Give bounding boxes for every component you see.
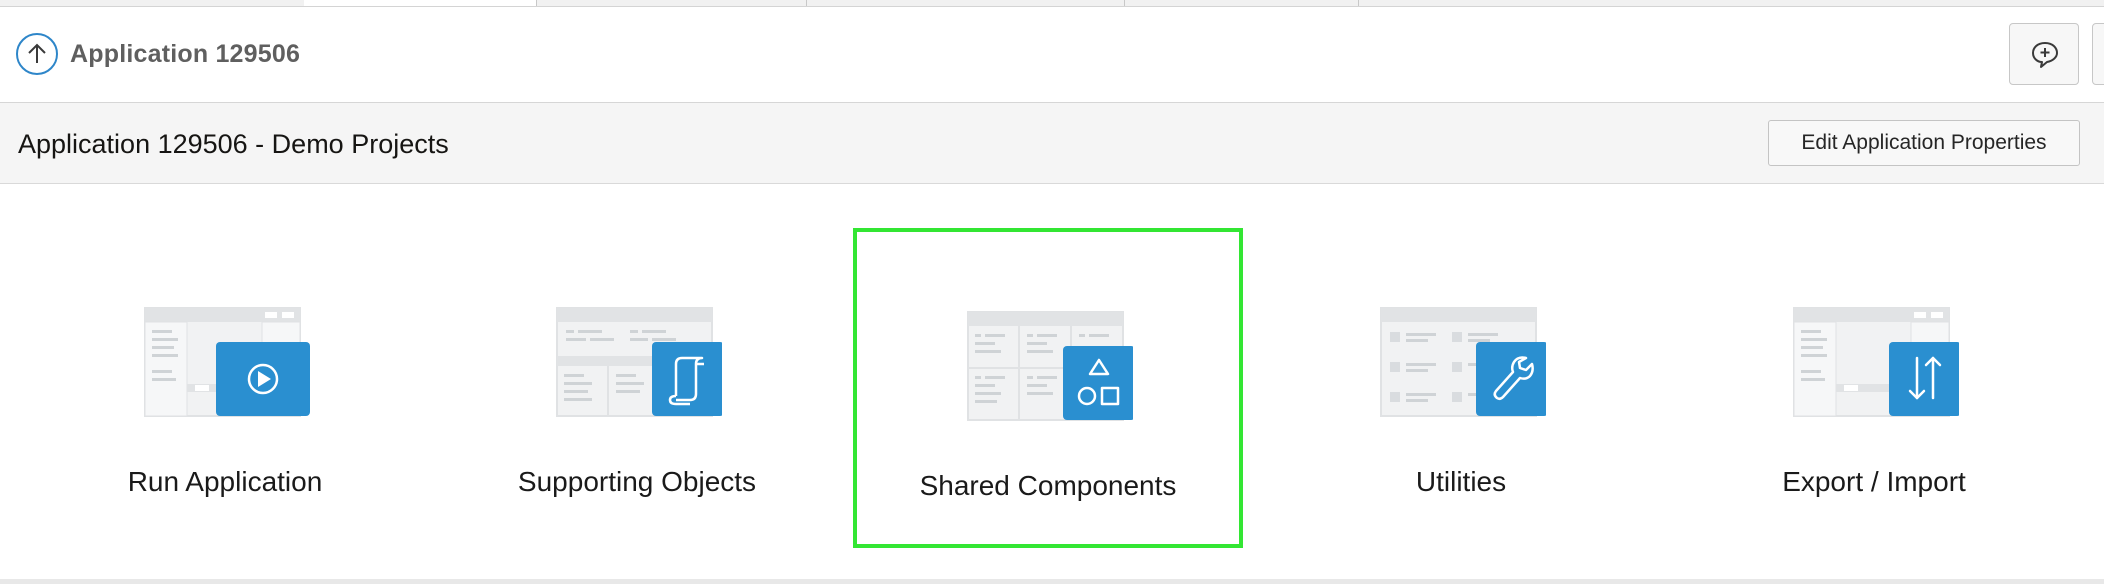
tab-separator xyxy=(1358,0,1359,6)
tile-label: Utilities xyxy=(1415,466,1507,497)
arrow-up-icon xyxy=(28,43,46,63)
title-region: Application 129506 - Demo Projects Edit … xyxy=(0,103,2104,184)
tile-run-application[interactable]: Run Application xyxy=(30,228,420,548)
page-wireframe-illustration xyxy=(1793,307,1959,417)
tile-label: Run Application xyxy=(127,466,323,497)
page-title: Application 129506 - Demo Projects xyxy=(18,129,449,159)
app-header: Application 129506 xyxy=(0,7,2104,103)
tile-label: Export / Import xyxy=(1782,466,1966,497)
app-breadcrumb[interactable]: Application 129506 xyxy=(70,40,300,69)
tile-export-import[interactable]: Export / Import xyxy=(1679,228,2069,548)
tile-shared-components[interactable]: Shared Components xyxy=(853,228,1243,548)
region-bottom-border xyxy=(0,579,2104,584)
tab-separator xyxy=(806,0,807,6)
tile-label: Shared Components xyxy=(919,470,1177,501)
tab-separator xyxy=(536,0,537,6)
page-wireframe-illustration xyxy=(967,311,1133,421)
dashboard-tiles: Run Application Supporting Objects Share… xyxy=(0,184,2104,579)
tile-label: Supporting Objects xyxy=(517,466,757,497)
speech-bubble-plus-icon xyxy=(2032,42,2058,68)
tab-active[interactable] xyxy=(304,0,536,6)
tab-strip xyxy=(0,0,2104,7)
page-wireframe-illustration xyxy=(556,307,722,417)
overflow-button[interactable] xyxy=(2092,23,2104,85)
edit-application-properties-button[interactable]: Edit Application Properties xyxy=(1768,120,2080,166)
up-arrow-button[interactable] xyxy=(16,33,58,75)
tab-separator xyxy=(1124,0,1125,6)
page-wireframe-illustration xyxy=(1380,307,1546,417)
page-wireframe-illustration xyxy=(144,307,310,417)
tile-utilities[interactable]: Utilities xyxy=(1266,228,1656,548)
tile-supporting-objects[interactable]: Supporting Objects xyxy=(442,228,832,548)
feedback-button[interactable] xyxy=(2009,23,2079,85)
